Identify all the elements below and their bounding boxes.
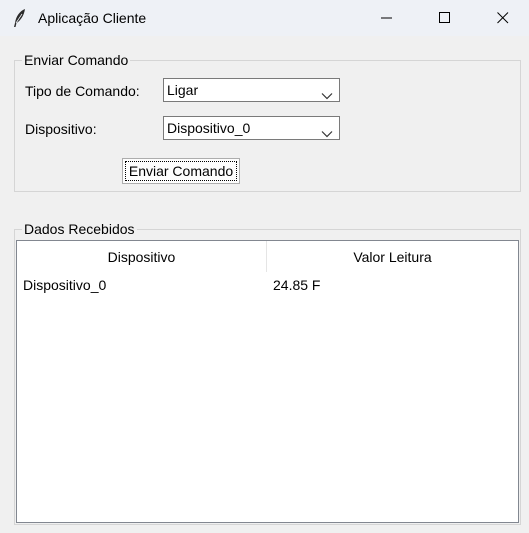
column-header-reading[interactable]: Valor Leitura	[267, 241, 518, 272]
close-icon	[497, 12, 509, 24]
send-command-button-label: Enviar Comando	[128, 163, 234, 179]
command-type-value: Ligar	[167, 82, 199, 98]
device-select[interactable]: Dispositivo_0	[163, 116, 340, 140]
column-header-reading-label: Valor Leitura	[353, 248, 432, 265]
cell-device: Dispositivo_0	[23, 277, 107, 293]
command-type-label: Tipo de Comando:	[25, 83, 140, 99]
send-command-group-title: Enviar Comando	[22, 52, 131, 68]
device-label: Dispositivo:	[25, 121, 97, 137]
window-title: Aplicação Cliente	[38, 10, 147, 26]
column-header-device-label: Dispositivo	[107, 248, 176, 265]
cell-reading: 24.85 F	[273, 277, 321, 293]
chevron-down-icon	[321, 87, 333, 100]
minimize-button[interactable]	[358, 0, 416, 36]
received-data-table[interactable]: Dispositivo Valor Leitura Dispositivo_0 …	[16, 240, 519, 523]
send-command-button[interactable]: Enviar Comando	[122, 158, 240, 184]
table-header: Dispositivo Valor Leitura	[17, 241, 518, 272]
feather-icon	[12, 8, 28, 28]
minimize-icon	[381, 12, 393, 24]
title-bar[interactable]: Aplicação Cliente	[0, 0, 529, 36]
maximize-button[interactable]	[416, 0, 474, 36]
app-window: Aplicação Cliente Enviar Comando Tipo de…	[0, 0, 529, 533]
table-row[interactable]: Dispositivo_0 24.85 F	[17, 273, 518, 297]
command-type-select[interactable]: Ligar	[163, 78, 340, 102]
close-button[interactable]	[474, 0, 529, 36]
received-data-group-title: Dados Recebidos	[22, 221, 137, 237]
device-value: Dispositivo_0	[167, 120, 251, 136]
column-header-device[interactable]: Dispositivo	[17, 241, 267, 272]
chevron-down-icon	[321, 125, 333, 138]
maximize-icon	[439, 12, 451, 24]
